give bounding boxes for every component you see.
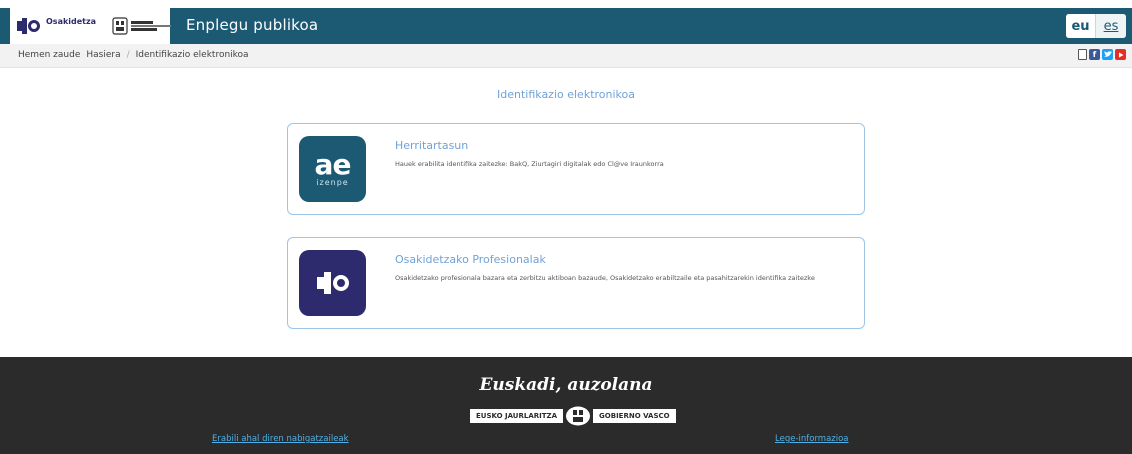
twitter-icon[interactable] [1102, 49, 1113, 60]
breadcrumb: Hemen zaude Hasiera / Identifikazio elek… [18, 50, 249, 60]
identification-card-professional[interactable]: Osakidetzako Profesionalak Osakidetzako … [287, 237, 865, 329]
basque-shield-icon [112, 17, 128, 35]
page-title: Identifikazio elektronikoa [497, 88, 635, 101]
lang-es[interactable]: es [1096, 14, 1126, 38]
osakidetza-app-icon [299, 250, 366, 316]
breadcrumb-separator: / [126, 50, 130, 60]
gov-right-label: GOBIERNO VASCO [593, 409, 676, 423]
social-links: f [1078, 49, 1126, 60]
gov-left-label: EUSKO JAURLARITZA [470, 409, 564, 423]
osakidetza-mark-icon [17, 18, 40, 34]
izenpe-logo-icon: ae izenpe [299, 136, 366, 202]
card-description: Osakidetzako profesionala bazara eta zer… [395, 274, 815, 282]
breadcrumb-home-link[interactable]: Hasiera [86, 50, 120, 60]
breadcrumb-current: Identifikazio elektronikoa [135, 50, 249, 60]
facebook-icon[interactable]: f [1089, 49, 1100, 60]
osakidetza-logo[interactable]: Osakidetza [14, 15, 96, 37]
logo-area[interactable]: Osakidetza [10, 8, 172, 44]
mobile-icon[interactable] [1078, 49, 1087, 60]
footer-slogan: Euskadi, auzolana [479, 375, 653, 395]
top-header: Osakidetza Enplegu publikoa eu es [0, 8, 1132, 44]
legal-info-link[interactable]: Lege-informazioa [775, 434, 849, 444]
youtube-icon[interactable] [1115, 49, 1126, 60]
footer: Euskadi, auzolana EUSKO JAURLARITZA GOBI… [0, 357, 1132, 454]
breadcrumb-bar: Hemen zaude Hasiera / Identifikazio elek… [0, 44, 1132, 68]
card-heading[interactable]: Osakidetzako Profesionalak [395, 253, 546, 266]
browsers-link[interactable]: Erabili ahal diren nabigatzaileak [212, 434, 349, 444]
basque-government-logo [112, 17, 172, 35]
language-switcher: eu es [1066, 14, 1126, 38]
basque-shield-icon [566, 406, 591, 426]
brand-name: Osakidetza [46, 17, 97, 26]
izenpe-word: izenpe [316, 177, 349, 187]
gov-text-lines [131, 21, 172, 31]
breadcrumb-label: Hemen zaude [18, 50, 81, 60]
gobierno-vasco-logo: EUSKO JAURLARITZA GOBIERNO VASCO [470, 406, 684, 426]
izenpe-ae-text: ae [314, 147, 352, 181]
osakidetza-mark-icon [316, 272, 349, 294]
identification-card-citizen[interactable]: ae izenpe Herritartasun Hauek erabilita … [287, 123, 865, 215]
card-heading[interactable]: Herritartasun [395, 139, 468, 152]
lang-eu[interactable]: eu [1066, 14, 1096, 38]
site-title[interactable]: Enplegu publikoa [186, 16, 318, 34]
card-description: Hauek erabilita identifika zaitezke: Bak… [395, 160, 664, 168]
